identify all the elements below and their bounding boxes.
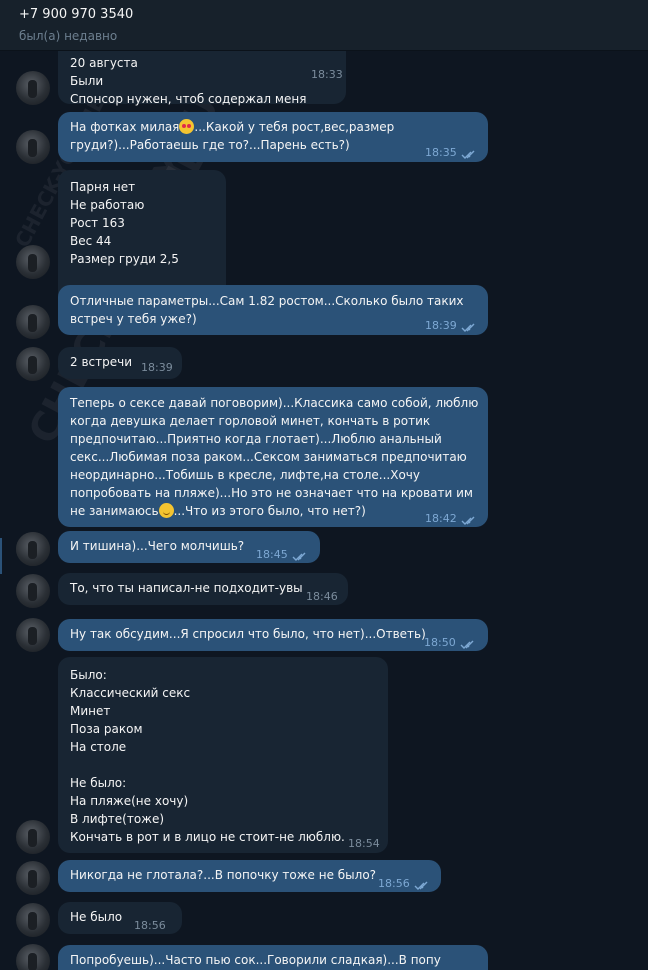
message-time: 18:35 [425,146,457,159]
message-time: 18:54 [348,837,380,850]
avatar[interactable] [16,347,50,381]
incoming-message[interactable]: Не было 18:56 [58,902,182,934]
message-time: 18:50 [424,636,456,649]
message-time: 18:56 [134,919,166,932]
outgoing-message[interactable]: И тишина)...Чего молчишь? 18:45 [58,531,320,563]
avatar-figure [28,356,37,374]
message-text: Ну так обсудим...Я спросил что было, что… [70,625,426,643]
avatar-figure [28,912,37,930]
read-receipt-icon [414,878,432,890]
contact-phone[interactable]: +7 900 970 3540 [19,7,133,22]
outgoing-message[interactable]: Попробуешь)...Часто пью сок...Говорили с… [58,945,488,970]
message-text: Было: Классический секс Минет Поза раком… [70,666,345,846]
message-text: И тишина)...Чего молчишь? [70,537,244,555]
avatar[interactable] [16,532,50,566]
message-text-part: не занимаюсь [70,504,159,518]
avatar[interactable] [16,71,50,105]
message-text-body: Парня нет Не работаю Рост 163 Вес 44 Раз… [70,180,179,266]
read-receipt-icon [461,320,479,332]
message-time: 18:45 [256,548,288,561]
message-text-body: То, что ты написал-не подходит-увы [70,581,303,595]
message-text-body: Попробуешь)...Часто пью сок...Говорили с… [70,953,441,967]
message-text-body: Ну так обсудим...Я спросил что было, что… [70,627,426,641]
message-time: 18:33 [311,68,343,81]
message-text-body: Никогда не глотала?...В попочку тоже не … [70,868,377,882]
avatar[interactable] [16,245,50,279]
message-text: Никогда не глотала?...В попочку тоже не … [70,866,376,884]
chat-header: +7 900 970 3540 был(а) недавно [0,0,648,51]
read-receipt-icon [461,147,479,159]
message-text: То, что ты написал-не подходит-увы [70,579,303,597]
message-text-body: Было: Классический секс Минет Поза раком… [70,668,345,844]
message-text: Не было [70,908,122,926]
avatar-figure [28,829,37,847]
incoming-message[interactable]: 2 встречи 18:39 [58,347,182,379]
outgoing-message[interactable]: Теперь о сексе давай поговорим)...Класси… [58,387,488,527]
avatar[interactable] [16,130,50,164]
outgoing-message[interactable]: Отличные параметры...Сам 1.82 ростом...С… [58,285,488,335]
outgoing-message[interactable]: Ну так обсудим...Я спросил что было, что… [58,619,488,651]
message-text: Теперь о сексе давай поговорим)...Класси… [70,394,478,520]
avatar-figure [28,80,37,98]
message-time: 18:42 [425,512,457,525]
message-text-body: Теперь о сексе давай поговорим)...Класси… [70,396,479,500]
read-receipt-icon [292,549,310,561]
avatar[interactable] [16,944,50,970]
message-text-part: На фотках милая [70,120,180,134]
outgoing-message[interactable]: На фотках милая ...Какой у тебя рост,вес,… [58,112,488,162]
avatar-figure [28,870,37,888]
message-time: 18:39 [141,361,173,374]
message-text: 2 встречи [70,353,132,371]
message-text-body: Отличные параметры...Сам 1.82 ростом...С… [70,294,464,326]
avatar-figure [28,139,37,157]
avatar-figure [28,314,37,332]
smile-emoji-icon [158,503,174,518]
avatar[interactable] [16,305,50,339]
avatar[interactable] [16,903,50,937]
incoming-message[interactable]: Было: Классический секс Минет Поза раком… [58,657,388,853]
avatar-figure [28,953,37,970]
avatar[interactable] [16,861,50,895]
scroll-indicator[interactable] [0,538,2,574]
read-receipt-icon [460,637,478,649]
avatar[interactable] [16,574,50,608]
message-text-body: И тишина)...Чего молчишь? [70,539,245,553]
avatar[interactable] [16,618,50,652]
avatar[interactable] [16,820,50,854]
message-text: Парня нет Не работаю Рост 163 Вес 44 Раз… [70,178,179,268]
message-text: 20 августа Были Спонсор нужен, чтоб соде… [70,54,306,108]
message-list[interactable]: CHECK-YOU.ME CHECK-YOU.ME CHECK-YOU.ME 2… [0,50,648,970]
message-text: Попробуешь)...Часто пью сок...Говорили с… [70,951,441,969]
avatar-figure [28,583,37,601]
avatar-figure [28,541,37,559]
incoming-message[interactable]: То, что ты написал-не подходит-увы 18:46 [58,573,348,605]
outgoing-message[interactable]: Никогда не глотала?...В попочку тоже не … [58,860,441,892]
incoming-message[interactable]: 20 августа Были Спонсор нужен, чтоб соде… [58,50,346,106]
message-text-body: 2 встречи [70,355,132,369]
message-text-body: 20 августа Были Спонсор нужен, чтоб соде… [70,56,307,106]
heart-eyes-emoji-icon [179,119,195,134]
message-time: 18:39 [425,319,457,332]
message-text-body: Не было [70,910,123,924]
message-text: Отличные параметры...Сам 1.82 ростом...С… [70,292,463,328]
avatar-figure [28,254,37,272]
message-time: 18:46 [306,590,338,603]
read-receipt-icon [461,513,479,525]
message-time: 18:56 [378,877,410,890]
message-text-part: ...Что из этого было, что нет?) [173,504,366,518]
contact-status: был(а) недавно [19,29,118,43]
message-text: На фотках милая ...Какой у тебя рост,вес,… [70,118,394,154]
avatar-figure [28,627,37,645]
